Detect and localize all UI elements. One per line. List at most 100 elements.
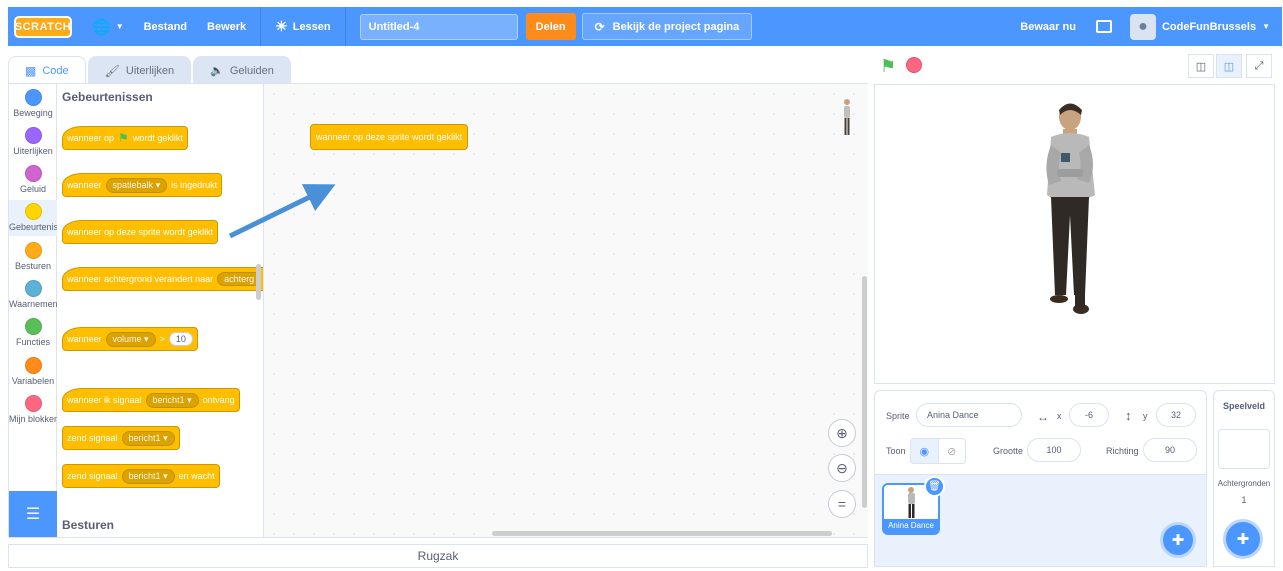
tutorials-label: Lessen xyxy=(292,20,331,33)
sprite-label: Sprite xyxy=(886,411,910,421)
fullscreen-button[interactable]: ⤢ xyxy=(1246,54,1272,78)
category-label: Besturen xyxy=(14,261,52,271)
category-label: Mijn blokken xyxy=(9,414,57,424)
menu-divider xyxy=(344,7,346,46)
hide-sprite-button[interactable]: ⊘ xyxy=(937,439,966,463)
add-extension-button[interactable]: ☰ xyxy=(9,491,57,537)
direction-input[interactable]: 90 xyxy=(1143,438,1197,462)
category-looks[interactable]: Uiterlijken xyxy=(9,127,57,156)
block-when-flag-clicked[interactable]: wanneer op ⚑ wordt geklikt xyxy=(62,117,188,150)
save-now-button[interactable]: Bewaar nu xyxy=(1020,21,1076,33)
block-when-sprite-clicked[interactable]: wanneer op deze sprite wordt geklikt xyxy=(62,211,219,244)
size-value: 100 xyxy=(1046,445,1062,455)
category-label: Uiterlijken xyxy=(13,146,53,156)
see-project-page-button[interactable]: ⟳ Bekijk de project pagina xyxy=(581,13,753,40)
zoom-in-button[interactable]: ⊕ xyxy=(828,419,856,447)
tab-costumes[interactable]: 🖌 Uiterlijken xyxy=(87,56,192,84)
sprite-anina-dance[interactable] xyxy=(875,85,1276,385)
stage-selector[interactable]: Speelveld Achtergronden 1 ✚ xyxy=(1213,390,1275,567)
backdrop-dropdown[interactable]: achterg xyxy=(217,272,262,286)
tutorials-button[interactable]: ☀ Lessen xyxy=(275,18,330,35)
small-stage-button[interactable]: ◫ xyxy=(1188,54,1214,78)
script-vertical-scrollbar[interactable] xyxy=(862,276,867,508)
add-backdrop-button[interactable]: ✚ xyxy=(1223,519,1263,559)
account-menu[interactable]: ● CodeFunBrussels ▼ xyxy=(1129,13,1270,40)
vertical-arrows-icon: ↕ xyxy=(1125,408,1132,423)
category-events[interactable]: Gebeurtenissen xyxy=(9,200,57,236)
threshold-input[interactable]: 10 xyxy=(168,332,193,346)
show-sprite-button[interactable]: ◉ xyxy=(911,439,938,463)
zoom-out-icon: ⊖ xyxy=(836,459,848,476)
block-when-greater-than[interactable]: wanneer volume ▾ > 10 xyxy=(62,318,198,351)
category-label: Beweging xyxy=(13,108,53,118)
category-dot xyxy=(24,318,42,335)
category-variables[interactable]: Variabelen xyxy=(9,357,57,386)
key-dropdown[interactable]: spatiebalk ▾ xyxy=(105,177,168,193)
category-dot xyxy=(24,242,42,259)
category-control[interactable]: Besturen xyxy=(9,242,57,271)
category-my-blocks[interactable]: Mijn blokken xyxy=(9,395,57,424)
block-text: zend signaal xyxy=(67,471,118,481)
show-label: Toon xyxy=(886,446,906,456)
x-label: x xyxy=(1057,411,1062,421)
category-sensing[interactable]: Waarnemen xyxy=(9,280,57,309)
green-flag-icon: ⚑ xyxy=(118,131,129,145)
green-flag-icon[interactable]: ⚑ xyxy=(880,56,896,77)
message-dropdown[interactable]: bericht1 ▾ xyxy=(121,468,175,484)
code-icon: ▩ xyxy=(25,63,37,78)
delete-sprite-button[interactable]: 🗑 xyxy=(924,476,945,497)
zoom-reset-icon: = xyxy=(837,496,847,512)
block-broadcast-and-wait[interactable]: zend signaal bericht1 ▾ en wacht xyxy=(62,464,220,488)
script-area[interactable]: wanneer op deze sprite wordt geklikt ⊕ ⊖… xyxy=(264,84,868,537)
lightbulb-icon: ☀ xyxy=(275,18,288,34)
chevron-down-icon: ▼ xyxy=(115,22,124,31)
zoom-in-icon: ⊕ xyxy=(836,424,848,441)
block-text: en wacht xyxy=(178,471,215,481)
backdrop-thumbnail xyxy=(1218,429,1270,469)
palette-scrollbar[interactable] xyxy=(256,264,261,300)
project-title-input[interactable] xyxy=(359,13,518,40)
y-value: 32 xyxy=(1170,410,1181,420)
edit-menu[interactable]: Bewerk xyxy=(207,21,246,33)
speaker-icon: 🔈 xyxy=(210,65,224,77)
stop-icon[interactable] xyxy=(906,57,922,73)
script-block-when-sprite-clicked[interactable]: wanneer op deze sprite wordt geklikt xyxy=(310,115,469,150)
block-broadcast[interactable]: zend signaal bericht1 ▾ xyxy=(62,426,180,450)
block-text: zend signaal xyxy=(67,433,118,443)
message-dropdown[interactable]: bericht1 ▾ xyxy=(121,430,175,446)
share-button[interactable]: Delen xyxy=(525,13,576,40)
block-when-receive[interactable]: wanneer ik signaal bericht1 ▾ ontvang xyxy=(62,379,240,412)
x-input[interactable]: -6 xyxy=(1069,403,1109,427)
y-input[interactable]: 32 xyxy=(1156,403,1196,427)
scratch-logo[interactable]: SCRATCH xyxy=(14,15,72,38)
horizontal-arrows-icon: ↔ xyxy=(1037,410,1049,424)
language-menu[interactable]: 🌐 ▼ xyxy=(92,18,124,36)
block-when-backdrop-switches[interactable]: wanneer achtergrond verandert naar achte… xyxy=(62,258,263,291)
stage-canvas[interactable] xyxy=(874,84,1275,384)
block-text: > xyxy=(159,334,165,344)
cat-plus-icon: ✚ xyxy=(1171,532,1185,549)
file-menu[interactable]: Bestand xyxy=(144,21,187,33)
block-palette: Gebeurtenissen wanneer op ⚑ wordt geklik… xyxy=(57,84,264,537)
add-sprite-button[interactable]: ✚ xyxy=(1160,522,1196,558)
category-motion[interactable]: Beweging xyxy=(9,89,57,118)
zoom-out-button[interactable]: ⊖ xyxy=(828,454,856,482)
share-label: Delen xyxy=(535,20,566,33)
small-stage-icon: ◫ xyxy=(1195,60,1207,73)
backpack-bar[interactable]: Rugzak xyxy=(8,544,868,568)
normal-stage-button[interactable]: ◫ xyxy=(1216,54,1242,78)
folder-icon[interactable] xyxy=(1095,20,1112,33)
backdrops-count: 1 xyxy=(1241,495,1247,505)
tab-sounds-label: Geluiden xyxy=(229,64,274,77)
size-input[interactable]: 100 xyxy=(1027,438,1081,462)
sensor-dropdown[interactable]: volume ▾ xyxy=(105,331,156,347)
message-dropdown[interactable]: bericht1 ▾ xyxy=(145,392,199,408)
script-horizontal-scrollbar[interactable] xyxy=(492,531,832,536)
category-sound[interactable]: Geluid xyxy=(9,165,57,194)
sprite-name-input[interactable]: Anina Dance xyxy=(916,403,1022,427)
block-when-key-pressed[interactable]: wanneer spatiebalk ▾ is ingedrukt xyxy=(62,164,223,197)
category-operators[interactable]: Functies xyxy=(9,318,57,347)
tab-code[interactable]: ▩ Code xyxy=(8,56,86,84)
zoom-reset-button[interactable]: = xyxy=(828,490,856,518)
tab-sounds[interactable]: 🔈 Geluiden xyxy=(193,56,291,84)
